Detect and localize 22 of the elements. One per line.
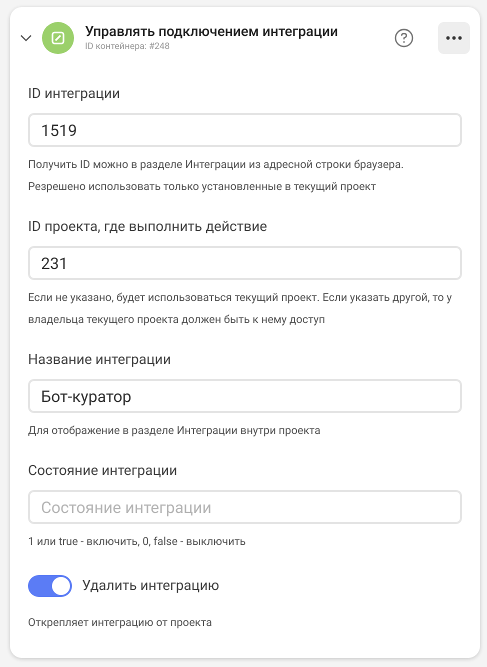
edit-icon xyxy=(42,22,74,54)
field-hint: Для отображение в разделе Интеграции внутри проекта xyxy=(28,423,322,439)
field-label: Состояние интеграции xyxy=(28,462,178,480)
text-field[interactable]: Состояние интеграции xyxy=(28,490,462,524)
help-icon[interactable] xyxy=(394,28,414,48)
toggle-switch[interactable] xyxy=(28,575,72,597)
field-hint: Если не указано, будет использоваться текущий проект. Если указать другой, то у владельца текущего проекта должен быть к нему доступ xyxy=(28,290,453,328)
field-label: ID проекта, где выполнить действие xyxy=(28,218,268,236)
field-hint: Получить ID можно в разделе Интеграции из адресной строки браузера. Резрешено использовать только установленные в текущий проект xyxy=(28,157,405,195)
block-title: Управлять подключением интеграции xyxy=(85,23,339,41)
chevron-icon[interactable] xyxy=(20,32,32,44)
field-label: Название интеграции xyxy=(28,351,172,369)
container-id: ID контейнера: #248 xyxy=(85,41,171,53)
toggle-label: Удалить интеграцию xyxy=(82,576,220,596)
text-field[interactable]: 1519 xyxy=(28,113,462,147)
text-field[interactable]: 231 xyxy=(28,246,462,280)
text-field[interactable]: Бот-куратор xyxy=(28,379,462,413)
toggle-hint: Открепляет интеграцию от проекта xyxy=(28,615,214,631)
field-label: ID интеграции xyxy=(28,85,122,103)
more-button[interactable] xyxy=(438,22,470,54)
more-icon xyxy=(446,36,462,40)
field-hint: 1 или true - включить, 0, false - выключить xyxy=(28,534,247,550)
